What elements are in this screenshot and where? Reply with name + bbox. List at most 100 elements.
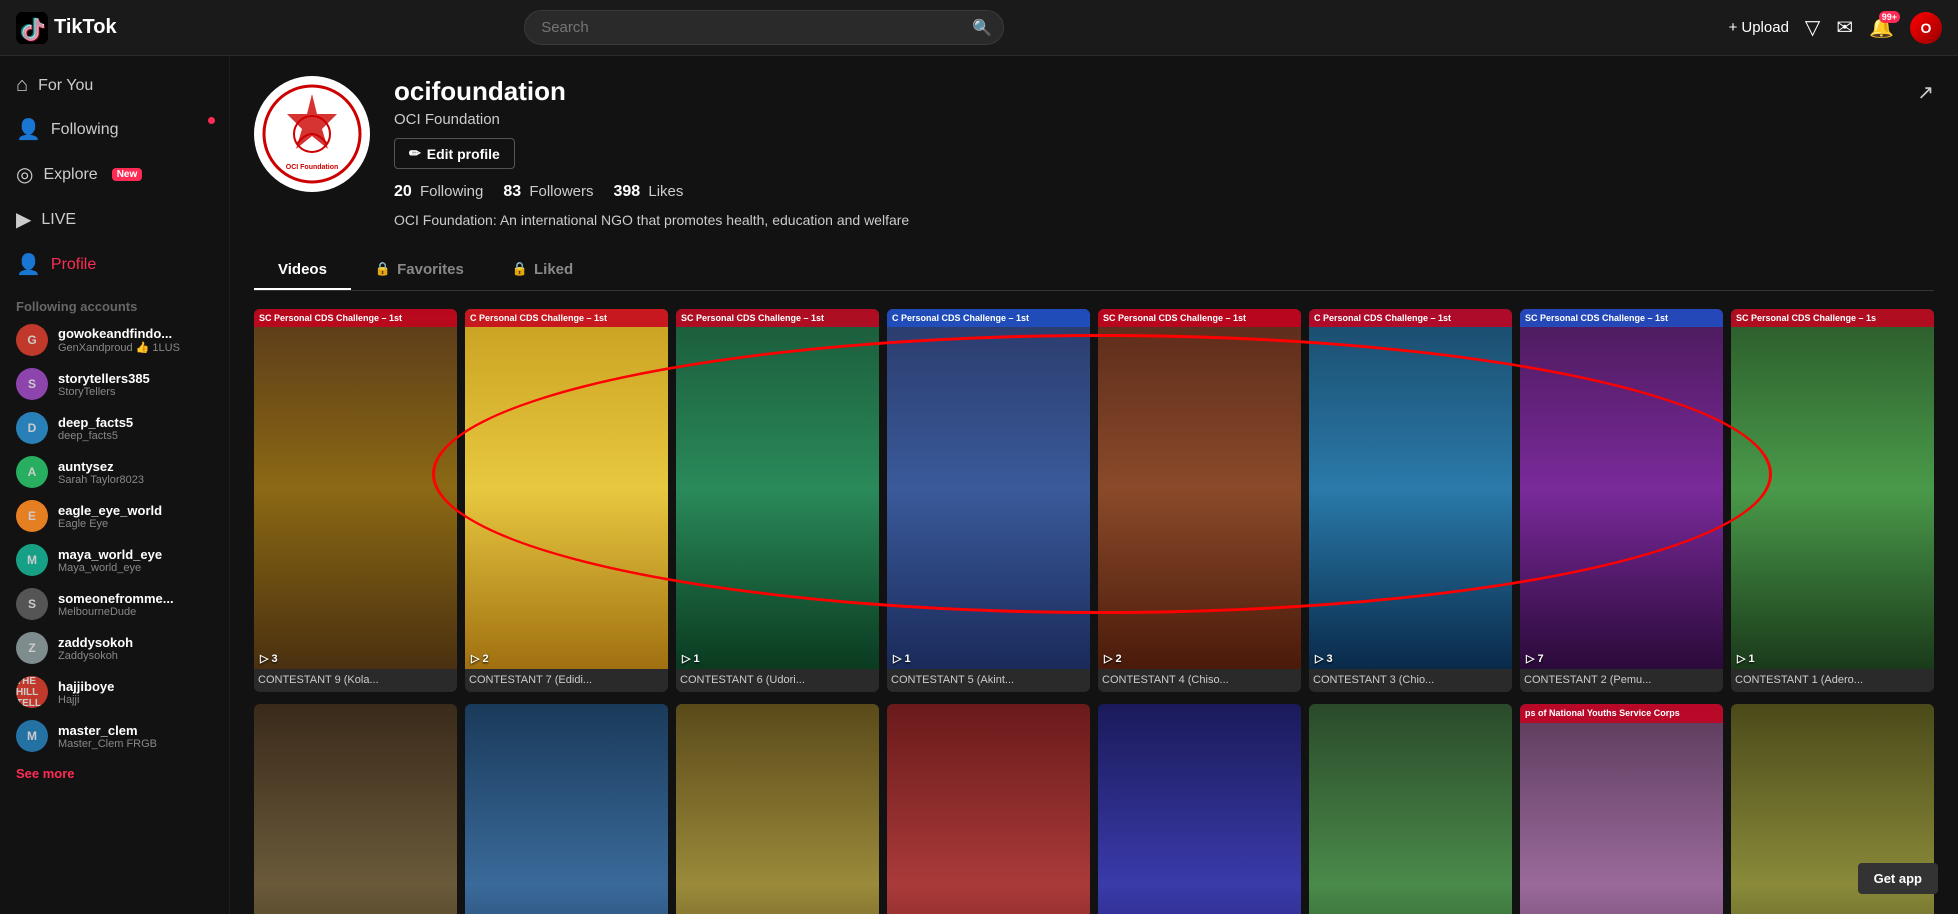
live-icon: ▶ (16, 207, 31, 232)
notification-badge: 99+ (1879, 11, 1900, 23)
inbox-icon: ✉ (1836, 17, 1853, 39)
video-card-v10[interactable] (465, 704, 668, 914)
video-thumb-v9 (254, 704, 457, 914)
sidebar-item-following[interactable]: 👤 Following (0, 107, 229, 152)
video-thumb-v3: SC Personal CDS Challenge – 1st ▷ 1 (676, 309, 879, 670)
main-layout: ⌂ For You 👤 Following ◎ Explore New ▶ LI… (0, 56, 1958, 914)
video-title-v5: CONTESTANT 4 (Chiso... (1098, 669, 1301, 692)
video-thumb-v6: C Personal CDS Challenge – 1st ▷ 3 (1309, 309, 1512, 670)
profile-stats: 20 Following 83 Followers 398 Likes (394, 183, 1893, 201)
account-avatar-deepfacts: D (16, 412, 48, 444)
following-account-hajjiboye[interactable]: THE HILL TELL hajjiboye Hajji (0, 670, 229, 714)
following-account-deepfacts[interactable]: D deep_facts5 deep_facts5 (0, 406, 229, 450)
following-account-eagle[interactable]: E eagle_eye_world Eagle Eye (0, 494, 229, 538)
account-name-zaddysokoh: zaddysokoh (58, 635, 133, 650)
video-card-v12[interactable]: OCT Foundation Abu... (887, 704, 1090, 914)
account-handle-maya: Maya_world_eye (58, 562, 162, 574)
following-account-auntysez[interactable]: A auntysez Sarah Taylor8023 (0, 450, 229, 494)
video-grid-row1: SC Personal CDS Challenge – 1st ▷ 3 CONT… (254, 309, 1934, 693)
search-bar: 🔍 (524, 10, 1004, 45)
video-card-v1[interactable]: SC Personal CDS Challenge – 1st ▷ 3 CONT… (254, 309, 457, 693)
video-card-v9[interactable] (254, 704, 457, 914)
user-avatar[interactable]: O (1910, 12, 1942, 44)
profile-username: ocifoundation (394, 76, 1893, 107)
following-account-zaddysokoh[interactable]: Z zaddysokoh Zaddysokoh (0, 626, 229, 670)
following-account-someone[interactable]: S someonefromme... MelbourneDude (0, 582, 229, 626)
video-grid-row2: OCT Foundation Abu... champion for Niger… (254, 704, 1934, 914)
tab-liked[interactable]: 🔒 Liked (488, 251, 597, 290)
video-thumb-v10 (465, 704, 668, 914)
see-more-button[interactable]: See more (0, 758, 91, 789)
main-content: OCI Foundation ocifoundation OCI Foundat… (230, 56, 1958, 914)
video-thumb-v2: C Personal CDS Challenge – 1st ▷ 2 (465, 309, 668, 670)
account-handle-zaddysokoh: Zaddysokoh (58, 650, 133, 662)
profile-picture: OCI Foundation (254, 76, 370, 192)
play-count-v1: ▷ 3 (260, 652, 278, 665)
sidebar-item-for-you[interactable]: ⌂ For You (0, 64, 229, 107)
following-account-gowoke[interactable]: G gowokeandfindo... GenXandproud 👍 1LUS (0, 318, 229, 362)
following-account-masterclem[interactable]: M master_clem Master_Clem FRGB (0, 714, 229, 758)
filter-icon-button[interactable]: ▽ (1805, 15, 1820, 40)
account-avatar-someone: S (16, 588, 48, 620)
video-card-v8[interactable]: SC Personal CDS Challenge – 1s ▷ 1 CONTE… (1731, 309, 1934, 693)
video-card-v3[interactable]: SC Personal CDS Challenge – 1st ▷ 1 CONT… (676, 309, 879, 693)
following-count: 20 (394, 183, 412, 200)
video-thumb-v4: C Personal CDS Challenge – 1st ▷ 1 (887, 309, 1090, 670)
notifications-button[interactable]: 🔔 99+ (1869, 15, 1894, 40)
video-thumb-v7: SC Personal CDS Challenge – 1st ▷ 7 (1520, 309, 1723, 670)
account-name-hajjiboye: hajjiboye (58, 679, 114, 694)
upload-button[interactable]: + Upload (1729, 19, 1789, 36)
get-app-button[interactable]: Get app (1858, 863, 1938, 894)
video-thumb-v11 (676, 704, 879, 914)
video-title-v2: CONTESTANT 7 (Edidi... (465, 669, 668, 692)
play-count-v8: ▷ 1 (1737, 652, 1755, 665)
account-name-deepfacts: deep_facts5 (58, 415, 133, 430)
account-handle-eagle: Eagle Eye (58, 518, 162, 530)
video-card-v6[interactable]: C Personal CDS Challenge – 1st ▷ 3 CONTE… (1309, 309, 1512, 693)
following-section-title: Following accounts (0, 287, 229, 318)
liked-lock-icon: 🔒 (512, 261, 528, 277)
account-handle-hajjiboye: Hajji (58, 694, 114, 706)
search-icon[interactable]: 🔍 (972, 18, 992, 38)
video-thumb-v13 (1098, 704, 1301, 914)
following-account-maya[interactable]: M maya_world_eye Maya_world_eye (0, 538, 229, 582)
logo-area: TikTok (16, 12, 156, 44)
account-name-auntysez: auntysez (58, 459, 144, 474)
video-title-v3: CONTESTANT 6 (Udori... (676, 669, 879, 692)
account-avatar-zaddysokoh: Z (16, 632, 48, 664)
video-card-v2[interactable]: C Personal CDS Challenge – 1st ▷ 2 CONTE… (465, 309, 668, 693)
video-card-v13[interactable]: champion for Nigeria's Lagos State, Mr..… (1098, 704, 1301, 914)
tab-favorites[interactable]: 🔒 Favorites (351, 251, 488, 290)
search-input[interactable] (524, 10, 1004, 45)
sidebar-item-explore[interactable]: ◎ Explore New (0, 152, 229, 197)
inbox-button[interactable]: ✉ (1836, 15, 1853, 40)
share-icon: ↗ (1917, 82, 1934, 104)
sidebar-item-profile[interactable]: 👤 Profile (0, 242, 229, 287)
account-name-storytellers: storytellers385 (58, 371, 150, 386)
video-card-v11[interactable] (676, 704, 879, 914)
video-card-v14[interactable] (1309, 704, 1512, 914)
tab-videos[interactable]: Videos (254, 251, 351, 290)
video-title-v8: CONTESTANT 1 (Adero... (1731, 669, 1934, 692)
account-avatar-auntysez: A (16, 456, 48, 488)
video-thumb-v14 (1309, 704, 1512, 914)
explore-new-badge: New (112, 168, 143, 181)
sidebar: ⌂ For You 👤 Following ◎ Explore New ▶ LI… (0, 56, 230, 914)
video-card-v7[interactable]: SC Personal CDS Challenge – 1st ▷ 7 CONT… (1520, 309, 1723, 693)
video-title-v7: CONTESTANT 2 (Pemu... (1520, 669, 1723, 692)
video-card-v15[interactable]: ps of National Youths Service Corps tion… (1520, 704, 1723, 914)
account-name-gowoke: gowokeandfindo... (58, 326, 180, 341)
account-handle-someone: MelbourneDude (58, 606, 174, 618)
sidebar-item-live[interactable]: ▶ LIVE (0, 197, 229, 242)
likes-count: 398 (614, 183, 641, 200)
edit-profile-button[interactable]: ✏ Edit profile (394, 138, 515, 169)
account-avatar-maya: M (16, 544, 48, 576)
account-handle-storytellers: StoryTellers (58, 386, 150, 398)
share-button[interactable]: ↗ (1917, 80, 1934, 105)
following-account-storytellers[interactable]: S storytellers385 StoryTellers (0, 362, 229, 406)
video-card-v4[interactable]: C Personal CDS Challenge – 1st ▷ 1 CONTE… (887, 309, 1090, 693)
video-card-v5[interactable]: SC Personal CDS Challenge – 1st ▷ 2 CONT… (1098, 309, 1301, 693)
account-name-maya: maya_world_eye (58, 547, 162, 562)
account-handle-masterclem: Master_Clem FRGB (58, 738, 157, 750)
video-thumb-v12 (887, 704, 1090, 914)
